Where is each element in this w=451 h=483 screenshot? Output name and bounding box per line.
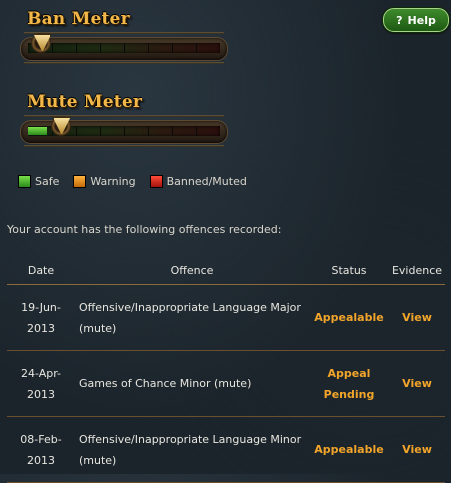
ban-meter xyxy=(20,32,228,64)
meter-segment-divider xyxy=(148,43,149,53)
meter-segment-divider xyxy=(196,43,197,53)
table-row: 19-Jun- 2013 Offensive/Inappropriate Lang… xyxy=(7,284,445,351)
legend-swatch-green xyxy=(18,175,31,188)
table-row: 08-Feb- 2013 Offensive/Inappropriate Lang… xyxy=(7,416,445,483)
meter-segment-divider xyxy=(124,43,125,53)
question-mark-icon: ? xyxy=(396,13,403,27)
meter-legend: Safe Warning Banned/Muted xyxy=(18,175,261,188)
meter-segment-divider xyxy=(196,126,197,136)
view-evidence-link[interactable]: View xyxy=(389,350,445,417)
legend-item-safe: Safe xyxy=(18,175,59,188)
legend-swatch-orange xyxy=(73,175,87,188)
legend-swatch-red xyxy=(149,175,163,188)
meter-segment-divider xyxy=(52,43,53,53)
column-header-date: Date xyxy=(7,256,75,285)
legend-item-warning: Warning xyxy=(73,175,136,188)
meter-rail xyxy=(24,115,224,117)
meter-track xyxy=(28,43,220,53)
column-header-offence: Offence xyxy=(75,256,309,285)
view-evidence-link[interactable]: View xyxy=(389,284,445,351)
meter-segment-divider xyxy=(124,126,125,136)
status-cell: Appeal Pending xyxy=(309,350,389,417)
view-evidence-link[interactable]: View xyxy=(389,416,445,483)
table-header-row: Date Offence Status Evidence xyxy=(7,256,445,285)
legend-label: Safe xyxy=(35,175,60,188)
column-header-status: Status xyxy=(309,256,389,285)
meter-segment-divider xyxy=(76,43,77,53)
meter-segment-divider xyxy=(172,43,173,53)
ban-meter-title: Ban Meter xyxy=(27,9,130,29)
column-header-evidence: Evidence xyxy=(389,256,445,285)
status-cell[interactable]: Appealable xyxy=(309,416,389,483)
offence-cell: Offensive/Inappropriate Language Minor (m… xyxy=(75,416,309,483)
meter-segment-divider xyxy=(76,126,77,136)
meter-segment-divider xyxy=(148,126,149,136)
date-cell: 24-Apr- 2013 xyxy=(7,350,75,417)
meter-rail xyxy=(24,145,224,147)
meter-fill xyxy=(28,127,48,135)
meter-rail xyxy=(24,62,224,64)
legend-label: Warning xyxy=(90,175,136,188)
table-row: 24-Apr- 2013 Games of Chance Minor (mute)… xyxy=(7,350,445,417)
offences-table: Date Offence Status Evidence 19-Jun- 2013… xyxy=(7,256,445,483)
legend-item-banned: Banned/Muted xyxy=(149,175,247,188)
help-button-label: Help xyxy=(407,13,436,27)
offence-cell: Games of Chance Minor (mute) xyxy=(75,350,309,417)
offence-cell: Offensive/Inappropriate Language Major (m… xyxy=(75,284,309,351)
date-cell: 08-Feb- 2013 xyxy=(7,416,75,483)
mute-meter xyxy=(20,115,228,147)
help-button[interactable]: ? Help xyxy=(383,8,449,32)
meter-segment-divider xyxy=(100,43,101,53)
offences-intro-text: Your account has the following offences … xyxy=(7,223,282,236)
meter-rail xyxy=(24,32,224,34)
legend-label: Banned/Muted xyxy=(166,175,247,188)
meter-segment-divider xyxy=(172,126,173,136)
meter-segment-divider xyxy=(100,126,101,136)
date-cell: 19-Jun- 2013 xyxy=(7,284,75,351)
status-cell[interactable]: Appealable xyxy=(309,284,389,351)
mute-meter-title: Mute Meter xyxy=(27,92,143,112)
